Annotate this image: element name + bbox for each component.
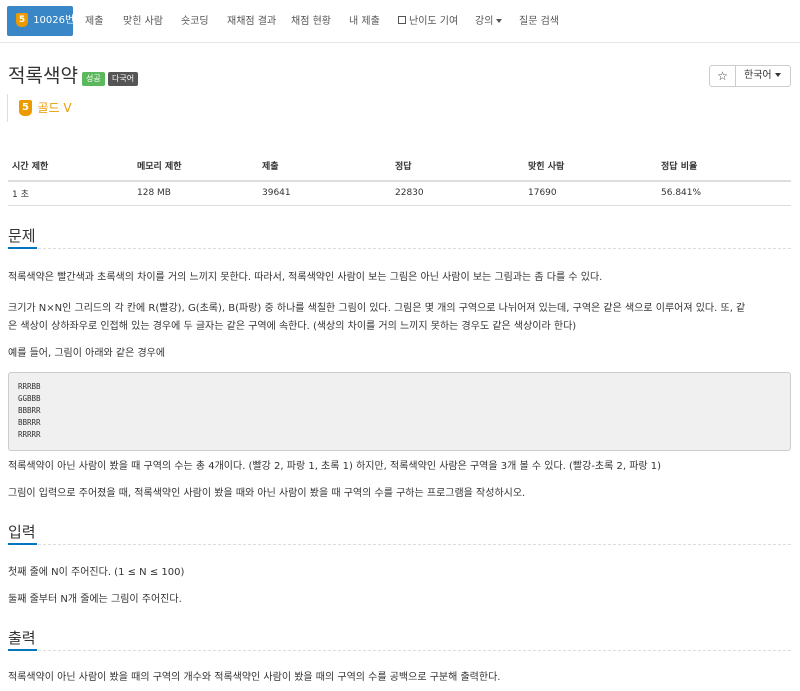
external-link-icon xyxy=(398,16,406,24)
success-label: 성공 xyxy=(82,72,105,86)
table-cell: 39641 xyxy=(258,181,391,206)
table-header: 시간 제한 xyxy=(8,150,133,182)
table-header: 메모리 제한 xyxy=(133,150,258,182)
table-cell: 17690 xyxy=(524,181,657,206)
table-cell: 1 초 xyxy=(8,181,133,206)
nav-item-my-submissions[interactable]: 내 제출 xyxy=(349,0,380,43)
tier-label[interactable]: 골드 V xyxy=(38,101,72,115)
section-accent xyxy=(8,543,37,545)
problem-paragraph: 적록색약은 빨간색과 초록색의 차이를 거의 느끼지 못한다. 따라서, 적록색… xyxy=(8,272,603,283)
table-header: 정답 비율 xyxy=(657,150,791,182)
table-header-row: 시간 제한 메모리 제한 제출 정답 맞힌 사람 정답 비율 xyxy=(8,150,791,182)
nav-item-rejudge-results[interactable]: 재채점 결과 xyxy=(227,0,276,43)
problem-paragraph: 크기가 N×N인 그리드의 각 칸에 R(빨강), G(초록), B(파랑) 중… xyxy=(8,303,746,314)
table-cell: 128 MB xyxy=(133,181,258,206)
grid-line: BBBRR xyxy=(18,406,41,415)
output-paragraph: 적록색약이 아닌 사람이 봤을 때의 구역의 개수와 적록색약인 사람이 봤을 … xyxy=(8,672,501,683)
problem-paragraph: 그림이 입력으로 주어졌을 때, 적록색약인 사람이 봤을 때와 아닌 사람이 … xyxy=(8,488,526,499)
nav-item-lectures[interactable]: 강의 xyxy=(475,0,503,43)
caret-down-icon xyxy=(774,73,781,77)
grid-line: GGBBB xyxy=(18,394,41,403)
section-divider xyxy=(8,544,791,545)
caret-down-icon xyxy=(496,19,503,23)
language-select-label: 한국어 xyxy=(744,70,772,81)
nav-item-label: 10026번 xyxy=(33,15,75,26)
nav-item-difficulty-contribution[interactable]: 난이도 기여 xyxy=(398,0,458,43)
nav-item-problem-number[interactable]: 5 10026번 xyxy=(7,6,75,36)
problem-tier: 5 골드 V xyxy=(7,94,72,122)
input-heading: 입력 xyxy=(8,523,36,541)
nav-item-solved-users[interactable]: 맞힌 사람 xyxy=(123,0,163,43)
section-divider xyxy=(8,650,791,651)
nav-item-short-coding[interactable]: 숏코딩 xyxy=(181,0,209,43)
problem-paragraph: 은 색상이 상하좌우로 인접해 있는 경우에 두 글자는 같은 구역에 속한다.… xyxy=(8,321,577,332)
nav-item-label: 강의 xyxy=(475,16,494,27)
input-paragraph: 둘째 줄부터 N개 줄에는 그림이 주어진다. xyxy=(8,594,182,605)
problem-heading: 문제 xyxy=(8,227,36,245)
grid-line: BBRRR xyxy=(18,418,41,427)
nav-item-submit[interactable]: 제출 xyxy=(85,0,103,43)
problem-paragraph: 적록색약이 아닌 사람이 봤을 때 구역의 수는 총 4개이다. (빨강 2, … xyxy=(8,461,662,472)
problem-title: 적록색약 xyxy=(8,65,78,87)
table-header: 제출 xyxy=(258,150,391,182)
section-accent xyxy=(8,649,37,651)
nav-item-question-search[interactable]: 질문 검색 xyxy=(519,0,559,43)
nav-item-judge-status[interactable]: 채점 현황 xyxy=(291,0,331,43)
multilingual-label: 다국어 xyxy=(108,72,139,86)
input-paragraph: 첫째 줄에 N이 주어진다. (1 ≤ N ≤ 100) xyxy=(8,567,185,578)
output-heading: 출력 xyxy=(8,629,36,647)
section-accent xyxy=(8,247,37,249)
favorite-star-button[interactable]: ☆ xyxy=(709,65,736,87)
table-header: 맞힌 사람 xyxy=(524,150,657,182)
section-divider xyxy=(8,248,791,249)
gold-tier-icon: 5 xyxy=(19,100,32,116)
nav-item-label: 난이도 기여 xyxy=(409,16,459,27)
problem-nav: 5 10026번 제출 맞힌 사람 숏코딩 재채점 결과 채점 현황 내 제출 … xyxy=(0,0,800,43)
table-row: 1 초 128 MB 39641 22830 17690 56.841% xyxy=(8,181,791,206)
grid-line: RRRRR xyxy=(18,430,41,439)
problem-paragraph: 예를 들어, 그림이 아래와 같은 경우에 xyxy=(8,348,166,359)
language-select[interactable]: 한국어 xyxy=(735,65,791,87)
table-header: 정답 xyxy=(391,150,524,182)
example-grid-block: RRRBB GGBBB BBBRR BBRRR RRRRR xyxy=(8,372,791,451)
table-cell: 22830 xyxy=(391,181,524,206)
gold-tier-icon: 5 xyxy=(16,13,28,27)
grid-line: RRRBB xyxy=(18,382,41,391)
table-cell: 56.841% xyxy=(657,181,791,206)
problem-info-table: 시간 제한 메모리 제한 제출 정답 맞힌 사람 정답 비율 1 초 128 M… xyxy=(8,150,791,206)
